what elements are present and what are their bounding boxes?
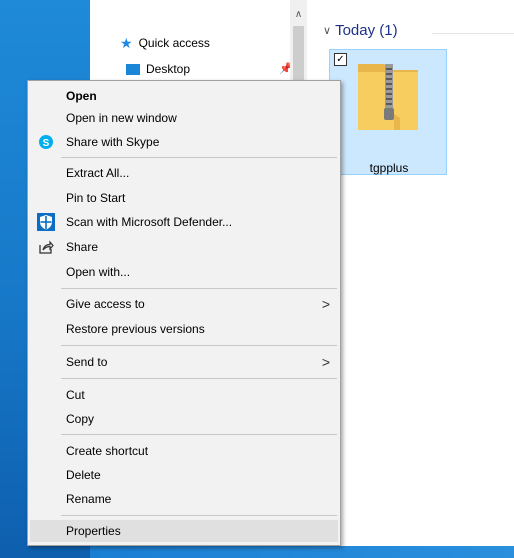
svg-text:S: S	[43, 138, 50, 149]
menu-separator	[61, 515, 337, 516]
menu-item-label: Scan with Microsoft Defender...	[66, 215, 233, 229]
menu-item-restore-versions[interactable]: Restore previous versions	[30, 318, 338, 340]
taskbar-edge	[90, 546, 514, 558]
menu-separator	[61, 378, 337, 379]
menu-item-open-new-window[interactable]: Open in new window	[30, 107, 338, 129]
file-name: tgpplus	[369, 161, 409, 175]
file-item-selected[interactable]: ✓ tgpplus	[329, 49, 447, 175]
menu-item-give-access[interactable]: Give access to >	[30, 293, 338, 315]
star-icon: ★	[120, 34, 133, 51]
menu-item-share[interactable]: Share	[30, 236, 338, 258]
group-title: Today (1)	[335, 22, 398, 39]
nav-item-desktop[interactable]: Desktop	[126, 59, 190, 79]
menu-item-label: Open	[66, 89, 97, 103]
menu-item-extract-all[interactable]: Extract All...	[30, 162, 338, 184]
menu-item-properties[interactable]: Properties	[30, 520, 338, 542]
menu-item-label: Give access to	[66, 297, 145, 311]
menu-item-rename[interactable]: Rename	[30, 488, 338, 510]
menu-item-label: Rename	[66, 492, 112, 506]
menu-item-label: Share with Skype	[66, 135, 160, 149]
menu-item-create-shortcut[interactable]: Create shortcut	[30, 440, 338, 462]
menu-item-label: Pin to Start	[66, 191, 126, 205]
menu-item-label: Properties	[66, 524, 121, 538]
menu-item-label: Copy	[66, 412, 95, 426]
menu-separator	[61, 288, 337, 289]
nav-item-label: Quick access	[138, 36, 210, 50]
desktop-folder-icon	[126, 63, 140, 75]
menu-item-label: Cut	[66, 388, 85, 402]
menu-item-share-skype[interactable]: S Share with Skype	[30, 131, 338, 153]
menu-separator	[61, 157, 337, 158]
menu-item-scan-defender[interactable]: Scan with Microsoft Defender...	[30, 211, 338, 233]
menu-item-label: Open with...	[66, 265, 131, 279]
menu-item-open[interactable]: Open	[30, 85, 338, 107]
menu-item-copy[interactable]: Copy	[30, 408, 338, 430]
chevron-right-icon: >	[321, 296, 330, 312]
menu-item-delete[interactable]: Delete	[30, 464, 338, 486]
zip-folder-icon	[358, 64, 418, 130]
menu-item-cut[interactable]: Cut	[30, 384, 338, 406]
defender-shield-icon	[36, 212, 56, 232]
menu-item-label: Restore previous versions	[66, 322, 205, 336]
context-menu: Open Open in new window S Share with Sky…	[27, 80, 341, 546]
menu-item-label: Extract All...	[66, 166, 130, 180]
chevron-right-icon: >	[321, 354, 330, 370]
menu-item-open-with[interactable]: Open with...	[30, 261, 338, 283]
nav-item-label: Desktop	[146, 62, 191, 76]
menu-separator	[61, 345, 337, 346]
menu-item-pin-to-start[interactable]: Pin to Start	[30, 187, 338, 209]
checkbox-checked-icon[interactable]: ✓	[334, 53, 347, 66]
menu-separator	[61, 434, 337, 435]
menu-item-label: Open in new window	[66, 111, 177, 125]
share-icon	[36, 237, 56, 257]
nav-item-quick-access[interactable]: ★ Quick access	[120, 33, 210, 53]
menu-item-label: Delete	[66, 468, 101, 482]
menu-item-label: Share	[66, 240, 99, 254]
chevron-down-icon: ∨	[323, 25, 332, 37]
menu-item-label: Create shortcut	[66, 444, 149, 458]
menu-item-label: Send to	[66, 355, 108, 369]
skype-icon: S	[36, 132, 56, 152]
group-header-today[interactable]: ∨ Today (1)	[323, 22, 398, 39]
scroll-up-icon[interactable]: ∧	[290, 8, 307, 22]
menu-item-send-to[interactable]: Send to >	[30, 351, 338, 373]
group-divider	[432, 33, 514, 34]
